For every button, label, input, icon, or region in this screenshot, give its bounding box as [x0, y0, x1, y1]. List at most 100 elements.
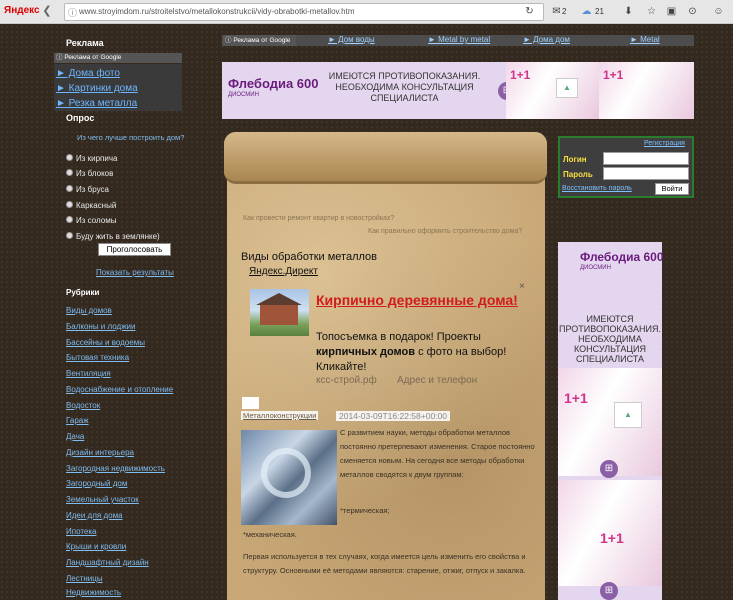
ad-headline-link[interactable]: Кирпично деревянные дома!: [316, 291, 526, 310]
top-google-label[interactable]: ⓘ Реклама от Google: [223, 35, 296, 46]
right-ad-text: ИМЕЮТСЯ ПРОТИВОПОКАЗАНИЯ. НЕОБХОДИМА КОН…: [558, 314, 662, 364]
metal-processing-image: [241, 430, 337, 525]
image-placeholder-icon: ▲: [556, 78, 578, 98]
right-ad-line-4: КОНСУЛЬТАЦИЯ: [574, 344, 646, 354]
article-paragraph-2: Первая используется в тех случаях, когда…: [243, 552, 526, 575]
rubric-link[interactable]: Вентиляция: [66, 369, 111, 378]
rubric-link[interactable]: Загородная недвижимость: [66, 464, 165, 473]
login-box: Регистрация Логин Пароль Восстановить па…: [558, 136, 694, 198]
protect-icon[interactable]: ⊙: [686, 5, 699, 18]
top-ad-image-2: 1+1: [599, 62, 694, 119]
rubric-link[interactable]: Водоснабжение и отопление: [66, 385, 173, 394]
category-link[interactable]: Металлоконструкции: [241, 411, 319, 420]
url-text: www.stroyimdom.ru/stroitelstvo/metalloko…: [79, 7, 355, 16]
back-icon[interactable]: ❮: [40, 5, 54, 19]
ad-contacts[interactable]: Адрес и телефон: [397, 375, 477, 386]
restore-password-link[interactable]: Восстановить пароль: [562, 185, 632, 192]
poll-option-1: Из кирпича: [76, 154, 118, 163]
browser-brand[interactable]: Яндекс: [4, 5, 40, 16]
rubric-link[interactable]: Недвижимость: [66, 588, 121, 597]
promo-label: 1+1: [510, 68, 531, 82]
rubric-link[interactable]: Балконы и лоджии: [66, 322, 135, 331]
ad-body-bold: кирпичных домов: [316, 346, 416, 358]
next-article-link[interactable]: Как правильно оформить строительство дом…: [368, 228, 522, 235]
top-ad-text: ИМЕЮТСЯ ПРОТИВОПОКАЗАНИЯ. НЕОБХОДИМА КОН…: [302, 71, 507, 104]
vote-button[interactable]: Проголосовать: [98, 243, 171, 256]
rubric-link[interactable]: Земельный участок: [66, 495, 139, 504]
right-ad-line-3: НЕОБХОДИМА: [578, 334, 642, 344]
right-ad-line-1: ИМЕЮТСЯ: [586, 314, 634, 324]
promo-label: 1+1: [603, 68, 624, 82]
top-ad-link-4[interactable]: ► Metal: [630, 35, 660, 44]
password-label: Пароль: [563, 170, 593, 179]
rubric-link[interactable]: Виды домов: [66, 306, 112, 315]
poll-option-3: Из бруса: [76, 185, 109, 194]
browser-toolbar: Яндекс ❮ ⓘ www.stroyimdom.ru/stroitelstv…: [0, 0, 733, 24]
right-vertical-ad[interactable]: Флебодиа 600 ДИОСМИН ИМЕЮТСЯ ПРОТИВОПОКА…: [558, 242, 664, 600]
ad-body: Топосъемка в подарок! Проекты кирпичных …: [316, 330, 528, 375]
info-icon[interactable]: ⓘ: [68, 6, 77, 19]
address-bar[interactable]: ⓘ www.stroyimdom.ru/stroitelstvo/metallo…: [64, 3, 544, 21]
poll-radio-5[interactable]: [66, 216, 73, 223]
right-ad-image-2: 1+1: [558, 480, 662, 586]
chat-icon[interactable]: ☺: [712, 5, 725, 18]
weather-icon[interactable]: ☁: [580, 5, 593, 18]
ad-link-2[interactable]: ► Картинки дома: [56, 83, 138, 94]
promo-label: 1+1: [600, 530, 624, 546]
promo-label: 1+1: [564, 390, 588, 406]
yandex-direct-label[interactable]: Яндекс.Директ: [249, 266, 318, 277]
right-ad-brand-sub: ДИОСМИН: [580, 265, 611, 271]
top-ad-link-1[interactable]: ► Дом воды: [328, 35, 375, 44]
poll-option-6: Буду жить в землянке): [76, 232, 160, 241]
article-title: Виды обработки металлов: [241, 251, 378, 263]
poll-radio-2[interactable]: [66, 169, 73, 176]
grid-icon[interactable]: ⊞: [600, 582, 618, 600]
top-ad-line-1: ИМЕЮТСЯ ПРОТИВОПОКАЗАНИЯ.: [328, 71, 481, 81]
reload-icon[interactable]: ↻: [523, 5, 536, 18]
poll-heading: Опрос: [66, 113, 95, 123]
rubric-link[interactable]: Бытовая техника: [66, 353, 129, 362]
rubric-link[interactable]: Дача: [66, 432, 84, 441]
rubric-link[interactable]: Ландшафтный дизайн: [66, 558, 149, 567]
article-paragraph-1: С развитием науки, методы обработки мета…: [340, 428, 535, 479]
poll-question: Из чего лучше построить дом?: [77, 133, 185, 142]
rubric-link[interactable]: Водосток: [66, 401, 100, 410]
poll-radio-6[interactable]: [66, 232, 73, 239]
poll-radio-4[interactable]: [66, 201, 73, 208]
ad-link-1[interactable]: ► Дома фото: [56, 68, 120, 79]
downloads-icon[interactable]: ⬇: [622, 5, 635, 18]
right-ad-brand: Флебодиа 600: [580, 250, 664, 264]
register-link[interactable]: Регистрация: [644, 140, 685, 147]
rubric-link[interactable]: Крыши и кровли: [66, 542, 126, 551]
poll-option-4: Каркасный: [76, 201, 117, 210]
rubric-link[interactable]: Дизайн интерьера: [66, 448, 134, 457]
top-ad-link-2[interactable]: ► Metal by metal: [428, 35, 490, 44]
rubric-link[interactable]: Идеи для дома: [66, 511, 123, 520]
rubric-link[interactable]: Загородный дом: [66, 479, 127, 488]
password-input[interactable]: [603, 167, 689, 180]
white-marker: [242, 397, 259, 409]
grid-icon[interactable]: ⊞: [600, 460, 618, 478]
extensions-icon[interactable]: ▣: [665, 5, 678, 18]
top-banner-ad[interactable]: Флебодиа 600 ДИОСМИН ИМЕЮТСЯ ПРОТИВОПОКА…: [222, 62, 694, 119]
rubric-link[interactable]: Бассейны и водоемы: [66, 338, 145, 347]
ads-heading: Реклама: [66, 38, 104, 48]
rubric-link[interactable]: Лестницы: [66, 574, 103, 583]
login-input[interactable]: [603, 152, 689, 165]
poll-radio-3[interactable]: [66, 185, 73, 192]
rubric-link[interactable]: Ипотека: [66, 527, 97, 536]
rubric-link[interactable]: Гараж: [66, 416, 89, 425]
results-link[interactable]: Показать результаты: [96, 268, 174, 277]
bookmark-star-icon[interactable]: ☆: [645, 5, 658, 18]
mail-count: 2: [562, 7, 567, 16]
ad-link-3[interactable]: ► Резка металла: [56, 98, 137, 109]
poll-radio-1[interactable]: [66, 154, 73, 161]
google-ads-label[interactable]: ⓘ Реклама от Google: [54, 53, 182, 63]
ad-body-part-1: Топосъемка в подарок! Проекты: [316, 331, 481, 343]
right-ad-line-2: ПРОТИВОПОКАЗАНИЯ.: [559, 324, 661, 334]
house-ad-image[interactable]: [250, 289, 309, 336]
prev-article-link[interactable]: Как провести ремонт квартир в новостройк…: [243, 215, 394, 222]
login-submit-button[interactable]: Войти: [655, 183, 689, 195]
top-ad-link-3[interactable]: ► Дома дом: [523, 35, 570, 44]
ad-domain[interactable]: ксс-строй.рф: [316, 375, 377, 386]
